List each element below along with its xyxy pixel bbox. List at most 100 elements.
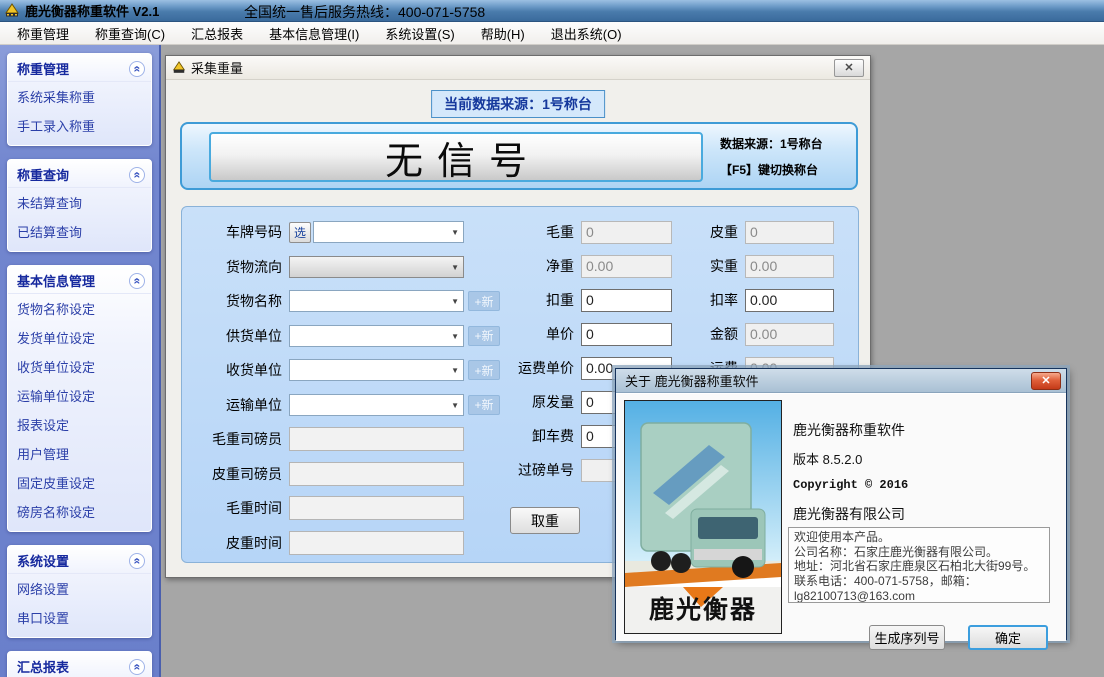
- sidebar-panel-title: 称重查询: [17, 165, 69, 184]
- source-info: 数据来源：1号称台 【F5】键切换称台: [720, 130, 858, 187]
- sidebar-item[interactable]: 固定皮重设定: [8, 468, 151, 497]
- combobox[interactable]: [289, 325, 464, 347]
- field-label: 扣率: [670, 290, 738, 310]
- add-new-button[interactable]: +新: [468, 395, 500, 415]
- select-plate-button[interactable]: 选: [289, 222, 311, 243]
- menu-item-2[interactable]: 汇总报表: [178, 21, 256, 46]
- sidebar-panel-header[interactable]: 称重查询: [8, 160, 151, 188]
- source-line: 数据来源：1号称台: [720, 135, 858, 152]
- plate-number-combobox[interactable]: [313, 221, 464, 243]
- form-row: 单价: [500, 317, 672, 351]
- chevron-up-icon[interactable]: [129, 167, 145, 183]
- titlebar: 鹿光衡器称重软件 V2.1 全国统一售后服务热线：400-071-5758: [0, 0, 1104, 22]
- field-label: 收货单位: [200, 360, 282, 380]
- text-field: [289, 462, 464, 486]
- combobox[interactable]: [289, 290, 464, 312]
- chevron-up-icon[interactable]: [129, 659, 145, 675]
- form-row: 货物流向: [200, 250, 500, 285]
- field-label: 实重: [670, 256, 738, 276]
- menu-item-4[interactable]: 系统设置(S): [372, 21, 467, 46]
- field-label: 供货单位: [200, 326, 282, 346]
- sidebar-item[interactable]: 手工录入称重: [8, 111, 151, 140]
- menu-item-5[interactable]: 帮助(H): [468, 21, 538, 46]
- text-field: [289, 427, 464, 451]
- sidebar-panel: 系统设置网络设置串口设置: [7, 545, 152, 638]
- add-new-button[interactable]: +新: [468, 291, 500, 311]
- value-field[interactable]: [581, 289, 672, 312]
- app-title: 鹿光衡器称重软件 V2.1: [25, 1, 159, 20]
- form-row: 皮重司磅员: [200, 457, 500, 492]
- sidebar-panel: 汇总报表进厂日报出厂日报: [7, 651, 152, 677]
- form-column-right: 皮重实重扣率金额运费: [670, 215, 834, 385]
- info-line: 公司名称：石家庄鹿光衡器有限公司。: [794, 545, 1044, 560]
- sidebar-item[interactable]: 运输单位设定: [8, 381, 151, 410]
- sidebar-item[interactable]: 货物名称设定: [8, 294, 151, 323]
- sidebar-panel-header[interactable]: 系统设置: [8, 546, 151, 574]
- field-label: 扣重: [500, 290, 574, 310]
- value-field: [581, 221, 672, 244]
- value-field[interactable]: [581, 323, 672, 346]
- generate-serial-button[interactable]: 生成序列号: [869, 625, 945, 650]
- sidebar-item[interactable]: 系统采集称重: [8, 82, 151, 111]
- sidebar-item[interactable]: 报表设定: [8, 410, 151, 439]
- cargo-direction-combobox[interactable]: [289, 256, 464, 278]
- about-company: 鹿光衡器有限公司: [793, 504, 905, 524]
- sidebar-item[interactable]: 磅房名称设定: [8, 497, 151, 526]
- menu-item-1[interactable]: 称重查询(C): [82, 21, 178, 46]
- sidebar-panel-header[interactable]: 汇总报表: [8, 652, 151, 677]
- menu-item-6[interactable]: 退出系统(O): [538, 21, 635, 46]
- sidebar-panel-title: 基本信息管理: [17, 271, 95, 290]
- switch-hint-line: 【F5】键切换称台: [720, 161, 858, 178]
- field-label: 毛重司磅员: [200, 429, 282, 449]
- form-row: 毛重司磅员: [200, 422, 500, 457]
- field-label: 金额: [670, 324, 738, 344]
- field-label: 毛重时间: [200, 498, 282, 518]
- sidebar-panel-title: 称重管理: [17, 59, 69, 78]
- chevron-up-icon[interactable]: [129, 61, 145, 77]
- field-label: 过磅单号: [500, 460, 574, 480]
- about-dialog: 关于 鹿光衡器称重软件 ✕: [615, 368, 1067, 640]
- sidebar-item[interactable]: 网络设置: [8, 574, 151, 603]
- sidebar-item[interactable]: 发货单位设定: [8, 323, 151, 352]
- value-field: [581, 255, 672, 278]
- menu-item-3[interactable]: 基本信息管理(I): [256, 21, 372, 46]
- form-row: 实重: [670, 249, 834, 283]
- sidebar-panel-title: 系统设置: [17, 551, 69, 570]
- field-label: 货物名称: [200, 291, 282, 311]
- form-row: 皮重: [670, 215, 834, 249]
- field-label: 运费单价: [500, 358, 574, 378]
- take-weight-button[interactable]: 取重: [510, 507, 580, 534]
- field-label: 毛重: [500, 222, 574, 242]
- about-dialog-body: 鹿光衡器 鹿光衡器称重软件 版本 8.5.2.0 Copyright © 201…: [616, 393, 1066, 641]
- dialog-close-icon[interactable]: ✕: [1031, 372, 1061, 390]
- chevron-up-icon[interactable]: [129, 553, 145, 569]
- sidebar-panel-header[interactable]: 称重管理: [8, 54, 151, 82]
- chevron-up-icon[interactable]: [129, 273, 145, 289]
- sidebar-item[interactable]: 串口设置: [8, 603, 151, 632]
- weight-display-panel: 无信号 数据来源：1号称台 【F5】键切换称台: [180, 122, 858, 190]
- sidebar-item[interactable]: 用户管理: [8, 439, 151, 468]
- field-label: 净重: [500, 256, 574, 276]
- add-new-button[interactable]: +新: [468, 360, 500, 380]
- ok-button[interactable]: 确定: [968, 625, 1048, 650]
- weight-display: 无信号: [209, 132, 703, 182]
- field-label: 皮重司磅员: [200, 464, 282, 484]
- field-label: 运输单位: [200, 395, 282, 415]
- form-column-left: 车牌号码选货物流向货物名称+新供货单位+新收货单位+新运输单位+新毛重司磅员皮重…: [200, 215, 500, 560]
- about-version: 版本 8.5.2.0: [793, 449, 862, 468]
- sidebar-item[interactable]: 已结算查询: [8, 217, 151, 246]
- info-line: 联系电话：400-071-5758，邮箱：: [794, 574, 1044, 589]
- value-field[interactable]: [745, 289, 834, 312]
- menu-item-0[interactable]: 称重管理: [4, 21, 82, 46]
- sidebar-item[interactable]: 收货单位设定: [8, 352, 151, 381]
- field-label: 原发量: [500, 392, 574, 412]
- about-dialog-title: 关于 鹿光衡器称重软件: [625, 371, 759, 390]
- form-row: 毛重: [500, 215, 672, 249]
- close-icon[interactable]: ✕: [834, 59, 864, 77]
- combobox[interactable]: [289, 394, 464, 416]
- sidebar-item[interactable]: 未结算查询: [8, 188, 151, 217]
- add-new-button[interactable]: +新: [468, 326, 500, 346]
- sidebar-panel-header[interactable]: 基本信息管理: [8, 266, 151, 294]
- combobox[interactable]: [289, 359, 464, 381]
- value-field: [745, 221, 834, 244]
